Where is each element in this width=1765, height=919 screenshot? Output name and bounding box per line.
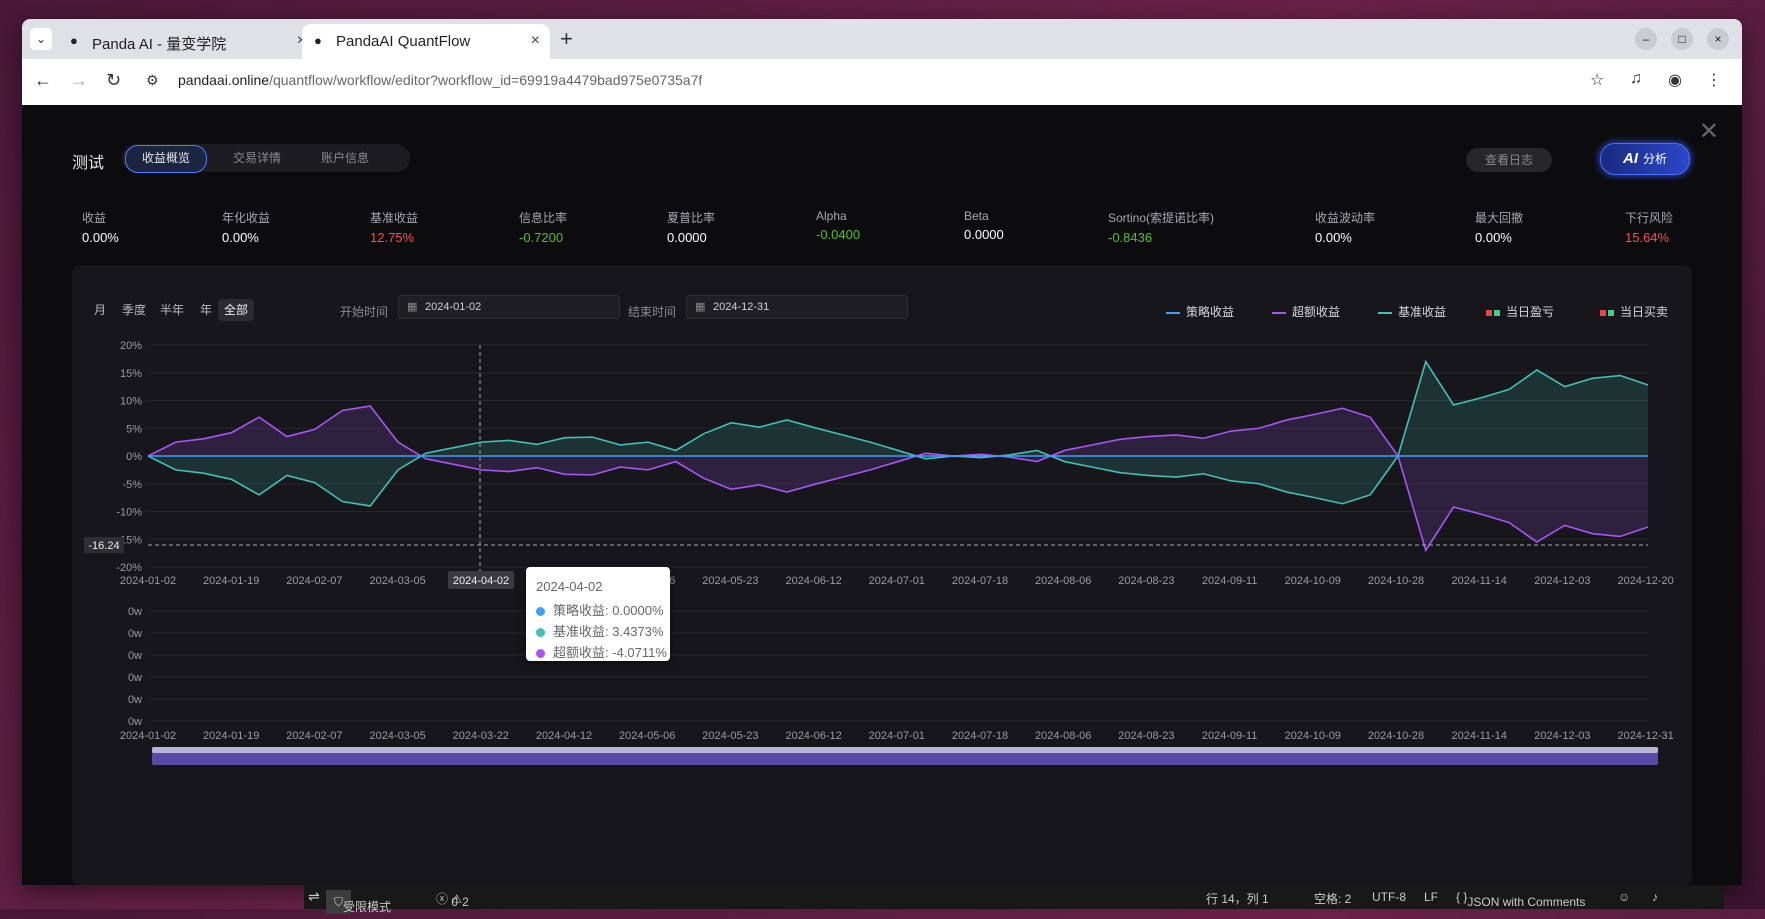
y-tick-label: 0w [128, 716, 142, 728]
panda-favicon-icon: ● [70, 33, 78, 48]
bookmark-star-icon[interactable]: ☆ [1590, 70, 1604, 90]
minimize-icon[interactable]: – [1635, 28, 1657, 50]
x-tick-label: 2024-03-22 [453, 730, 509, 742]
x-tick-label: 2024-09-11 [1202, 575, 1257, 587]
x-tick-label: 2024-05-23 [702, 730, 758, 742]
editor-status-bar: ⇌ ⛉ 受限模式 ⓧ 0 ⚠ 2 行 14，列 1 空格: 2 UTF-8 LF… [304, 885, 1724, 914]
url-field[interactable]: pandaai.online/quantflow/workflow/editor… [178, 72, 702, 88]
tooltip-date: 2024-04-02 [536, 579, 603, 594]
close-window-icon[interactable]: × [1707, 28, 1729, 50]
tooltip-row: 策略收益: 0.0000% [536, 600, 664, 619]
back-icon[interactable]: ← [34, 70, 52, 91]
forward-icon[interactable]: → [70, 70, 88, 91]
y-tick-label: 5% [126, 423, 142, 435]
x-tick-label: 2024-07-18 [952, 730, 1008, 742]
language-mode[interactable]: { } JSON with Comments [1456, 890, 1585, 909]
x-tick-label: 2024-12-03 [1534, 575, 1590, 587]
x-tick-label: 2024-12-20 [1617, 575, 1673, 587]
problems-indicator[interactable]: ⓧ 0 ⚠ 2 [436, 890, 469, 909]
reload-icon[interactable]: ↻ [106, 70, 121, 91]
x-tick-label: 2024-08-06 [1035, 730, 1091, 742]
crosshair-y-label: -16.24 [88, 540, 119, 552]
x-tick-label: 2024-05-06 [619, 730, 675, 742]
tooltip-row: 超额收益: -4.0711% [536, 642, 667, 661]
y-tick-label: 0w [128, 628, 142, 640]
new-tab-icon[interactable]: + [560, 26, 573, 52]
y-tick-label: 10% [120, 396, 142, 408]
y-tick-label: 0w [128, 606, 142, 618]
x-tick-label: 2024-08-06 [1035, 575, 1091, 587]
x-tick-label: 2024-10-09 [1285, 730, 1341, 742]
tab-search-icon[interactable]: ⌄ [30, 28, 52, 50]
y-tick-label: -20% [116, 562, 142, 574]
x-tick-label: 2024-01-19 [203, 575, 259, 587]
line-ending[interactable]: LF [1424, 890, 1438, 904]
x-tick-label: 2024-07-01 [869, 575, 925, 587]
notifications-bell-icon[interactable]: ♪ [1652, 890, 1658, 904]
y-tick-label: 0w [128, 650, 142, 662]
returns-chart[interactable]: 20%15%10%5%0%-5%-10%-15%-20%2024-01-02 20… [22, 105, 1742, 785]
x-tick-label: 2024-08-23 [1118, 575, 1174, 587]
x-tick-label: 2024-06-12 [785, 575, 841, 587]
x-tick-label: 2024-11-14 [1451, 575, 1506, 587]
y-tick-label: 0w [128, 694, 142, 706]
y-tick-label: -10% [116, 507, 142, 519]
profile-icon[interactable]: ◉ [1668, 70, 1682, 90]
address-bar: ← → ↻ ⚙ pandaai.online/quantflow/workflo… [22, 59, 1742, 106]
x-tick-label: 2024-03-05 [369, 575, 425, 587]
x-tick-label: 2024-09-11 [1202, 730, 1257, 742]
backtest-modal: ✕ 测试 收益概览 交易详情 账户信息 查看日志 AI 分析 收益 0.00% 年化收… [22, 105, 1742, 885]
browser-tab-active[interactable]: ● PandaAI QuantFlow × [302, 24, 550, 59]
x-tick-label: 2024-03-05 [369, 730, 425, 742]
y-tick-label: -5% [122, 479, 142, 491]
browser-window: ⌄ ● Panda AI - 量变学院 × ● PandaAI QuantFlo… [22, 19, 1742, 885]
x-tick-label: 2024-10-28 [1368, 730, 1424, 742]
x-tick-label: 2024-08-23 [1118, 730, 1174, 742]
close-tab-icon[interactable]: × [531, 32, 540, 50]
restricted-mode[interactable]: ⛉ 受限模式 [326, 890, 391, 914]
copilot-icon[interactable]: ☺ [1618, 890, 1630, 904]
x-tick-label: 2024-11-14 [1451, 730, 1506, 742]
x-tick-label: 2024-04-12 [536, 730, 592, 742]
x-tick-label: 2024-10-28 [1368, 575, 1424, 587]
encoding[interactable]: UTF-8 [1372, 890, 1406, 904]
site-info-icon[interactable]: ⚙ [146, 72, 159, 89]
x-tick-label: 2024-12-31 [1617, 730, 1673, 742]
menu-kebab-icon[interactable]: ⋮ [1706, 70, 1722, 90]
x-tick-label: 2024-02-07 [286, 575, 342, 587]
x-tick-label: 2024-01-19 [203, 730, 259, 742]
media-control-icon[interactable]: ♫ [1630, 70, 1642, 88]
y-tick-label: 15% [120, 368, 142, 380]
y-tick-label: 0% [126, 451, 142, 463]
crosshair-x-label: 2024-04-02 [453, 575, 509, 587]
tab-title: Panda AI - 量变学院 [92, 36, 227, 53]
maximize-icon[interactable]: □ [1671, 28, 1693, 50]
x-tick-label: 2024-06-12 [785, 730, 841, 742]
x-tick-label: 2024-02-07 [286, 730, 342, 742]
tooltip-row: 基准收益: 3.4373% [536, 621, 664, 640]
tab-title: PandaAI QuantFlow [336, 33, 471, 50]
indentation[interactable]: 空格: 2 [1314, 890, 1351, 907]
x-tick-label: 2024-12-03 [1534, 730, 1590, 742]
x-tick-label: 2024-07-18 [952, 575, 1008, 587]
x-tick-label: 2024-07-01 [869, 730, 925, 742]
tab-strip: ⌄ ● Panda AI - 量变学院 × ● PandaAI QuantFlo… [22, 19, 1742, 59]
x-tick-label: 2024-01-02 [120, 730, 176, 742]
x-tick-label: 2024-10-09 [1285, 575, 1341, 587]
browser-tab[interactable]: ● Panda AI - 量变学院 × [58, 24, 316, 59]
chart-tooltip: 2024-04-02 策略收益: 0.0000% 基准收益: 3.4373% 超… [526, 567, 670, 661]
panda-favicon-icon: ● [314, 33, 322, 48]
cursor-position[interactable]: 行 14，列 1 [1206, 890, 1269, 907]
y-tick-label: 0w [128, 672, 142, 684]
remote-icon[interactable]: ⇌ [308, 888, 320, 905]
zoom-slider-handle [152, 747, 1658, 753]
x-tick-label: 2024-01-02 [120, 575, 176, 587]
x-tick-label: 2024-05-23 [702, 575, 758, 587]
y-tick-label: 20% [120, 340, 142, 352]
